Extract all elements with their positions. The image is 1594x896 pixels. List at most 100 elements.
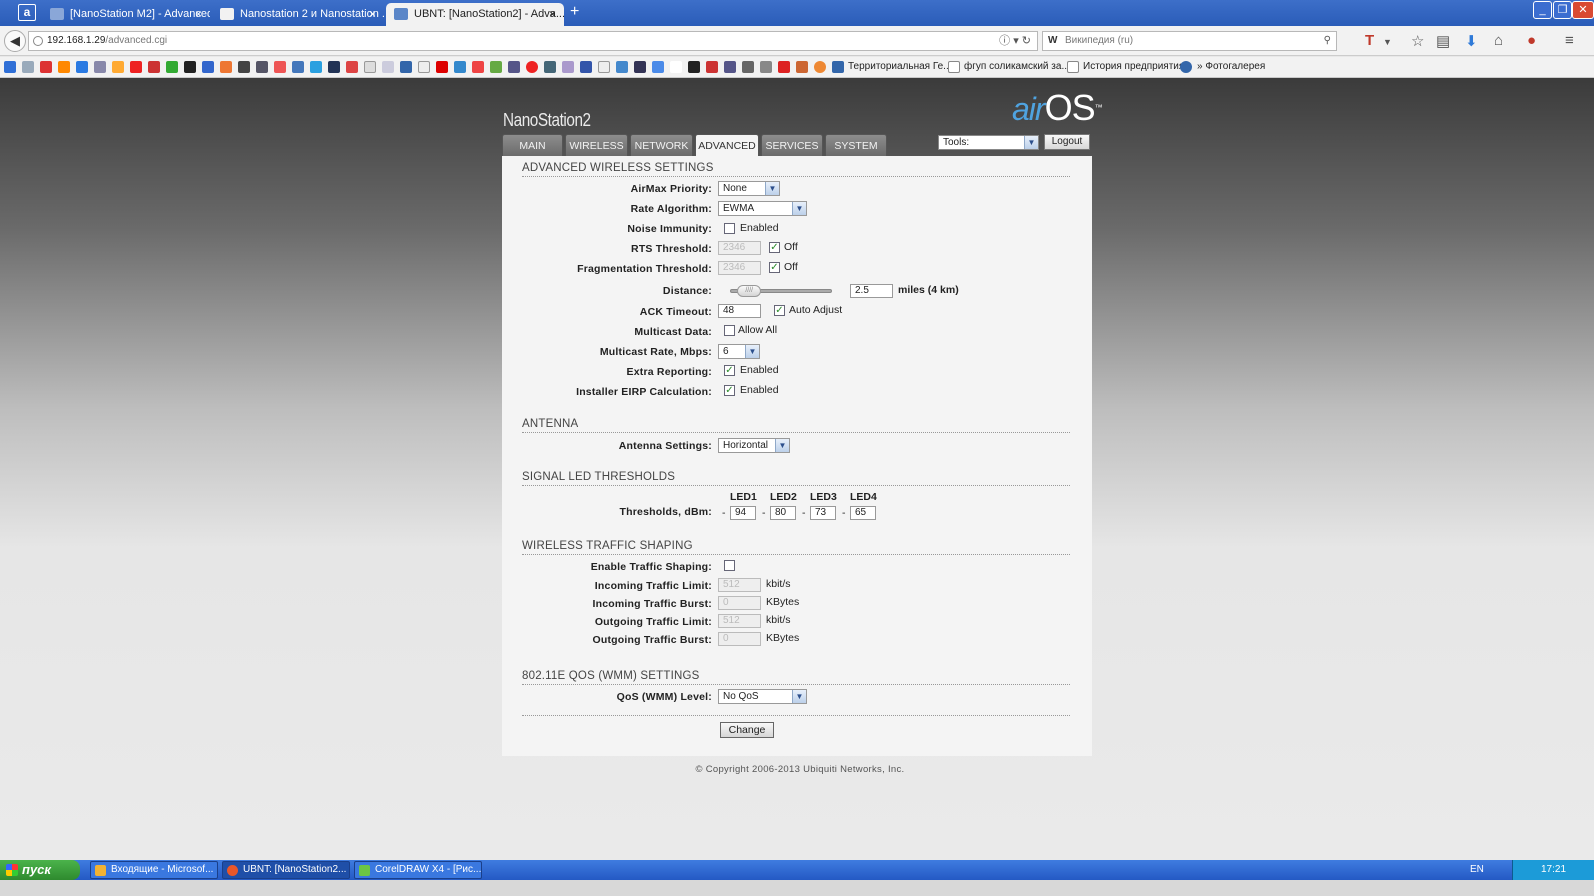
tab-main[interactable]: MAIN [502, 134, 563, 156]
bookmark-icon[interactable] [742, 61, 754, 73]
bookmark-icon[interactable] [328, 61, 340, 73]
led2-input[interactable]: 80 [770, 506, 796, 520]
bookmark-icon[interactable] [220, 61, 232, 73]
bookmark-icon[interactable] [166, 61, 178, 73]
bookmark-icon[interactable] [472, 61, 484, 73]
led4-input[interactable]: 65 [850, 506, 876, 520]
bookmark-icon[interactable] [364, 61, 376, 73]
chevron-down-icon[interactable]: ▼ [1383, 37, 1392, 47]
bookmark-icon[interactable] [310, 61, 322, 73]
taskbar-coreldraw[interactable]: CorelDRAW X4 - [Рис... [354, 861, 482, 879]
address-bar[interactable]: 192.168.1.29/advanced.cgi ⓘ ▾ ↻ [28, 31, 1038, 51]
enable-traffic-shaping-checkbox[interactable] [724, 560, 735, 571]
close-window-button[interactable]: ✕ [1572, 1, 1594, 19]
multicast-rate-select[interactable]: 6 ▼ [718, 344, 760, 359]
distance-slider[interactable]: //// [730, 285, 832, 297]
bookmark-icon[interactable] [58, 61, 70, 73]
tab-ubnt-active[interactable]: UBNT: [NanoStation2] - Adva... × [386, 3, 564, 26]
incoming-burst-input[interactable]: 0 [718, 596, 761, 610]
language-indicator[interactable]: EN [1470, 860, 1484, 880]
bookmark-icon[interactable] [562, 61, 574, 73]
installer-eirp-checkbox[interactable]: ✓ [724, 385, 735, 396]
tab-close-icon[interactable]: × [369, 3, 376, 25]
outgoing-burst-input[interactable]: 0 [718, 632, 761, 646]
taskbar-browser[interactable]: UBNT: [NanoStation2... [222, 861, 350, 879]
bookmark-icon[interactable] [688, 61, 700, 73]
slider-handle[interactable]: //// [737, 285, 762, 297]
change-button[interactable]: Change [720, 722, 774, 738]
bookmark-icon[interactable] [760, 61, 772, 73]
clock[interactable]: 17:21 [1541, 864, 1566, 875]
tab-nanostation-2[interactable]: Nanostation 2 и Nanostation ... × [212, 3, 384, 26]
bookmarks-list-icon[interactable]: ▤ [1436, 32, 1450, 50]
site-info-icon[interactable] [33, 36, 43, 46]
new-tab-button[interactable]: + [570, 3, 579, 21]
reload-icon[interactable]: ⓘ ▾ ↻ [999, 32, 1031, 50]
bookmark-icon[interactable] [526, 61, 538, 73]
browser-menu-icon[interactable]: a [18, 4, 36, 21]
bookmark-icon[interactable] [202, 61, 214, 73]
ack-timeout-input[interactable]: 48 [718, 304, 761, 318]
bookmark-icon[interactable] [778, 61, 790, 73]
bookmark-icon[interactable] [130, 61, 142, 73]
bookmark-icon[interactable] [148, 61, 160, 73]
bookmark-icon[interactable] [454, 61, 466, 73]
antenna-settings-select[interactable]: Horizontal ▼ [718, 438, 790, 453]
noise-immunity-checkbox[interactable] [724, 223, 735, 234]
star-icon[interactable]: ☆ [1411, 32, 1424, 50]
tab-close-icon[interactable]: × [549, 3, 556, 25]
bookmark-icon[interactable] [508, 61, 520, 73]
bookmark-fgup[interactable]: фгуп соликамский за... [964, 61, 1070, 72]
tab-wireless[interactable]: WIRELESS [565, 134, 628, 156]
fragmentation-threshold-input[interactable]: 2346 [718, 261, 761, 275]
bookmark-icon[interactable] [94, 61, 106, 73]
youtube-icon[interactable] [436, 61, 448, 73]
tab-network[interactable]: NETWORK [630, 134, 693, 156]
logout-button[interactable]: Logout [1044, 134, 1090, 150]
minimize-button[interactable]: _ [1533, 1, 1552, 19]
led1-input[interactable]: 94 [730, 506, 756, 520]
bookmark-icon[interactable] [76, 61, 88, 73]
bookmark-history[interactable]: История предприятия [1083, 61, 1184, 72]
qos-level-select[interactable]: No QoS ▼ [718, 689, 807, 704]
bookmark-icon[interactable] [346, 61, 358, 73]
tab-system[interactable]: SYSTEM [825, 134, 887, 156]
tab-advanced[interactable]: ADVANCED [695, 134, 759, 157]
search-input[interactable]: W Википедия (ru) ⚲ [1042, 31, 1337, 51]
bookmark-icon[interactable] [634, 61, 646, 73]
rts-threshold-input[interactable]: 2346 [718, 241, 761, 255]
tools-select[interactable]: Tools: ▼ [938, 135, 1039, 150]
tab-services[interactable]: SERVICES [761, 134, 823, 156]
home-icon[interactable]: ⌂ [1494, 32, 1503, 49]
bookmark-icon[interactable] [616, 61, 628, 73]
bookmark-icon[interactable] [706, 61, 718, 73]
multicast-allow-all-checkbox[interactable] [724, 325, 735, 336]
translate-icon[interactable]: T [1365, 32, 1374, 49]
search-icon[interactable]: ⚲ [1324, 32, 1331, 50]
incoming-limit-input[interactable]: 512 [718, 578, 761, 592]
tab-close-icon[interactable]: × [195, 3, 202, 25]
outgoing-limit-input[interactable]: 512 [718, 614, 761, 628]
bookmark-photogallery[interactable]: » Фотогалерея [1197, 61, 1265, 72]
rts-off-checkbox[interactable]: ✓ [769, 242, 780, 253]
rate-algorithm-select[interactable]: EWMA ▼ [718, 201, 807, 216]
download-icon[interactable]: ⬇ [1465, 32, 1478, 50]
bookmark-icon[interactable] [652, 61, 664, 73]
bookmark-icon[interactable] [598, 61, 610, 73]
back-arrow-icon[interactable]: ◀ [4, 30, 26, 52]
maximize-button[interactable]: ❐ [1553, 1, 1572, 19]
adblock-icon[interactable]: ● [1527, 32, 1536, 49]
bookmark-icon[interactable] [4, 61, 16, 73]
bookmark-icon[interactable] [292, 61, 304, 73]
bookmark-icon[interactable] [796, 61, 808, 73]
taskbar-outlook[interactable]: Входящие - Microsof... [90, 861, 218, 879]
bookmark-icon[interactable] [274, 61, 286, 73]
bookmark-icon[interactable] [490, 61, 502, 73]
auto-adjust-checkbox[interactable]: ✓ [774, 305, 785, 316]
bookmark-icon[interactable] [724, 61, 736, 73]
bookmark-icon[interactable] [418, 61, 430, 73]
tab-nanostation-m2[interactable]: [NanoStation M2] - Advanced × [42, 3, 210, 26]
bookmark-territorial[interactable]: Территориальная Ге... [848, 61, 952, 72]
distance-input[interactable]: 2.5 [850, 284, 893, 298]
extra-reporting-checkbox[interactable]: ✓ [724, 365, 735, 376]
